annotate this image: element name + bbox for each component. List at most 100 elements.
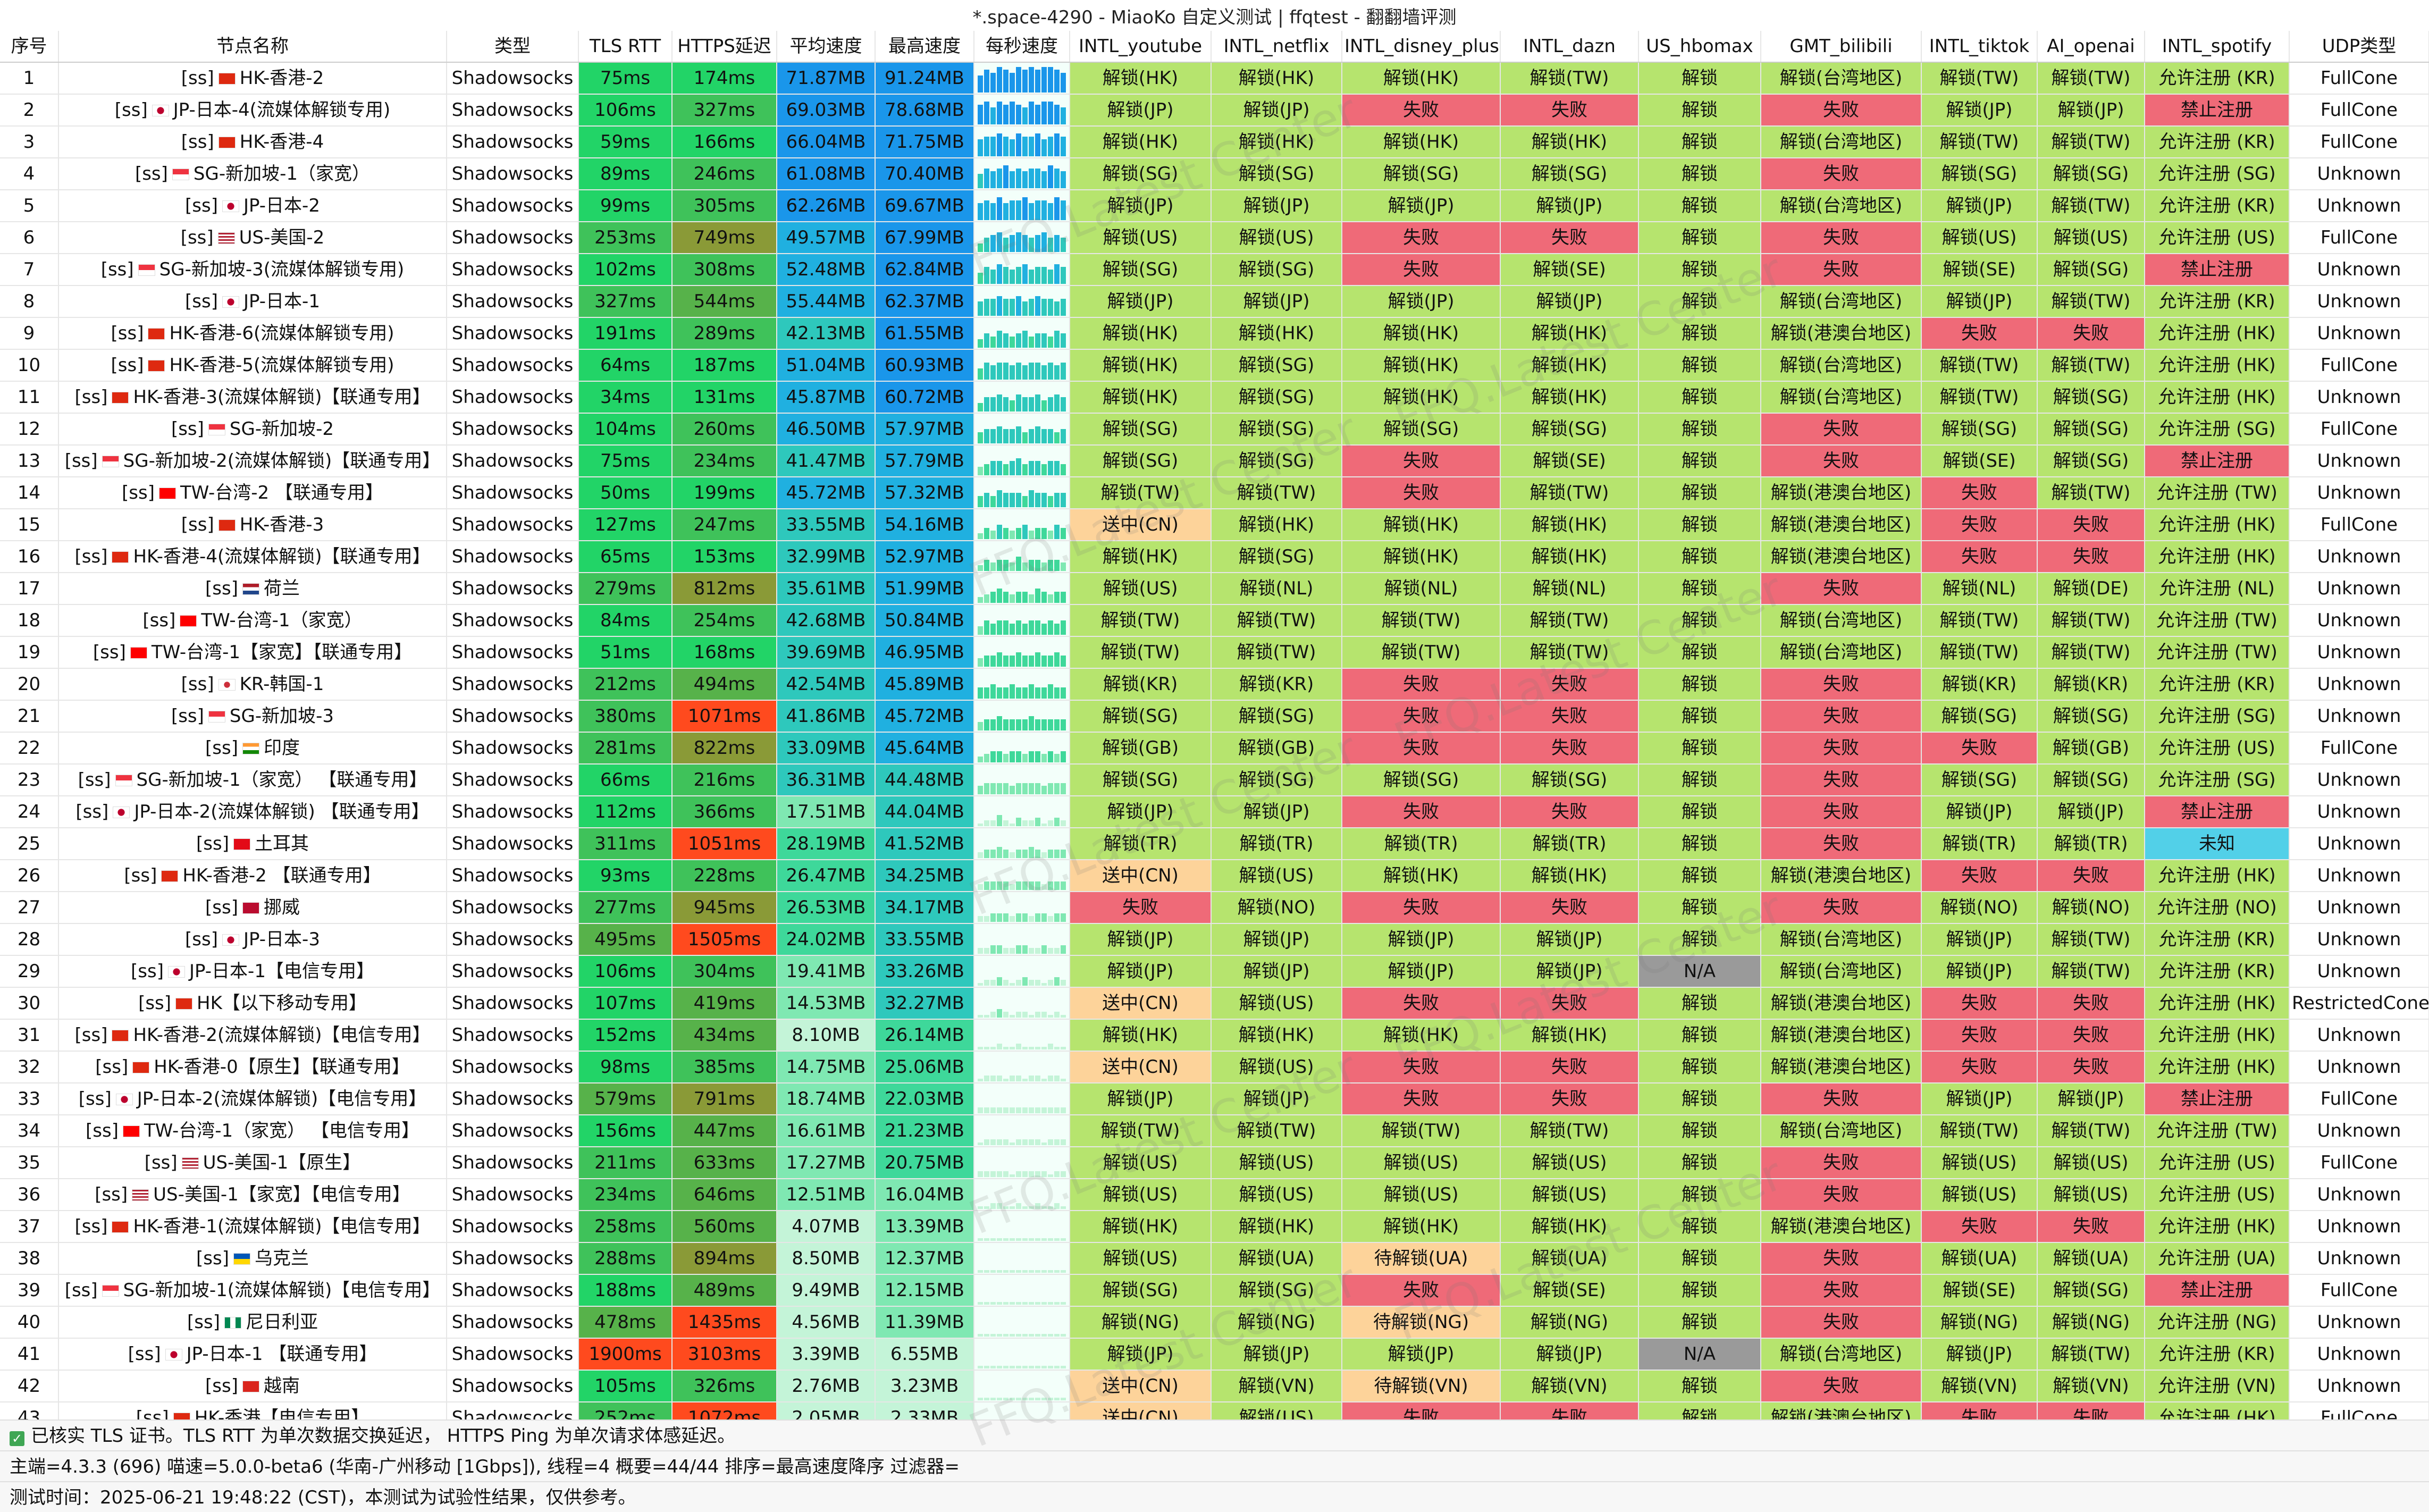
header-max-speed[interactable]: 最高速度 xyxy=(875,31,974,63)
table-row[interactable]: 27 [ss] 挪威 Shadowsocks 277ms 945ms 26.53MB 34.1… xyxy=(0,892,2429,924)
table-row[interactable]: 29 [ss] JP-日本-1【电信专用】 Shadowsocks 106ms 304ms… xyxy=(0,955,2429,988)
table-row[interactable]: 16 [ss] HK-香港-4(流媒体解锁)【联通专用】 Shadowsocks 65m… xyxy=(0,541,2429,573)
cell-hbomax: 解锁 xyxy=(1638,445,1761,477)
table-row[interactable]: 5 [ss] JP-日本-2 Shadowsocks 99ms 305ms 62.26MB 6… xyxy=(0,190,2429,222)
speed-bar xyxy=(984,299,989,316)
header-idx[interactable]: 序号 xyxy=(0,31,59,63)
cell-udp-type: FullCone xyxy=(2289,94,2429,127)
speed-bar xyxy=(1029,102,1034,124)
table-row[interactable]: 38 [ss] 乌克兰 Shadowsocks 288ms 894ms 8.50MB 12.3… xyxy=(0,1242,2429,1275)
table-row[interactable]: 32 [ss] HK-香港-0【原生】【联通专用】 Shadowsocks 98ms 38… xyxy=(0,1051,2429,1083)
cell-spotify: 禁止注册 xyxy=(2145,94,2290,127)
speed-bar xyxy=(1048,363,1053,380)
table-row[interactable]: 8 [ss] JP-日本-1 Shadowsocks 327ms 544ms 55.44MB… xyxy=(0,285,2429,318)
table-row[interactable]: 31 [ss] HK-香港-2(流媒体解锁)【电信专用】 Shadowsocks 152… xyxy=(0,1019,2429,1052)
header-avg-speed[interactable]: 平均速度 xyxy=(777,31,876,63)
table-row[interactable]: 30 [ss] HK【以下移动专用】 Shadowsocks 107ms 419ms 14.… xyxy=(0,987,2429,1020)
header-tiktok[interactable]: INTL_tiktok xyxy=(1921,31,2038,63)
speed-bar xyxy=(1029,751,1034,762)
table-row[interactable]: 13 [ss] SG-新加坡-2(流媒体解锁)【联通专用】 Shadowsocks 75… xyxy=(0,445,2429,477)
cell-tls-rtt: 258ms xyxy=(578,1211,673,1243)
header-disney-plus[interactable]: INTL_disney_plus xyxy=(1342,31,1501,63)
table-row[interactable]: 33 [ss] JP-日本-2(流媒体解锁)【电信专用】 Shadowsocks 579… xyxy=(0,1083,2429,1115)
cell-openai: 解锁(SG) xyxy=(2037,445,2145,477)
table-row[interactable]: 18 [ss] TW-台湾-1（家宽） Shadowsocks 84ms 254ms 42.… xyxy=(0,604,2429,637)
table-row[interactable]: 24 [ss] JP-日本-2(流媒体解锁) 【联通专用】 Shadowsocks 11… xyxy=(0,796,2429,828)
table-row[interactable]: 21 [ss] SG-新加坡-3 Shadowsocks 380ms 1071ms 41.8… xyxy=(0,700,2429,733)
speed-bar xyxy=(1016,1139,1021,1145)
speed-bar xyxy=(1022,235,1028,252)
cell-hbomax: 解锁 xyxy=(1638,222,1761,254)
table-row[interactable]: 25 [ss] 土耳其 Shadowsocks 311ms 1051ms 28.19MB 41… xyxy=(0,828,2429,860)
cell-youtube: 解锁(SG) xyxy=(1070,445,1212,477)
cell-index: 33 xyxy=(0,1083,59,1115)
table-row[interactable]: 10 [ss] HK-香港-5(流媒体解锁专用) Shadowsocks 64ms 187… xyxy=(0,349,2429,382)
header-hbomax[interactable]: US_hbomax xyxy=(1638,31,1761,63)
cell-tls-rtt: 75ms xyxy=(578,445,673,477)
table-row[interactable]: 14 [ss] TW-台湾-2 【联通专用】 Shadowsocks 50ms 199ms… xyxy=(0,477,2429,509)
header-bilibili[interactable]: GMT_bilibili xyxy=(1761,31,1922,63)
header-netflix[interactable]: INTL_netflix xyxy=(1211,31,1342,63)
cell-bilibili: 解锁(台湾地区) xyxy=(1761,923,1922,956)
table-row[interactable]: 37 [ss] HK-香港-1(流媒体解锁)【电信专用】 Shadowsocks 258… xyxy=(0,1211,2429,1243)
header-https-delay[interactable]: HTTPS延迟 xyxy=(672,31,777,63)
table-row[interactable]: 26 [ss] HK-香港-2 【联通专用】 Shadowsocks 93ms 228ms… xyxy=(0,860,2429,892)
header-name[interactable]: 节点名称 xyxy=(58,31,447,63)
table-row[interactable]: 39 [ss] SG-新加坡-1(流媒体解锁)【电信专用】 Shadowsocks 18… xyxy=(0,1274,2429,1307)
table-row[interactable]: 19 [ss] TW-台湾-1【家宽】【联通专用】 Shadowsocks 51ms 16… xyxy=(0,636,2429,669)
cell-avg-speed: 2.76MB xyxy=(777,1370,876,1402)
table-row[interactable]: 3 [ss] HK-香港-4 Shadowsocks 59ms 166ms 66.04MB 7… xyxy=(0,126,2429,158)
header-type[interactable]: 类型 xyxy=(447,31,579,63)
speed-bar xyxy=(1010,884,1015,890)
speed-bar xyxy=(997,751,1002,762)
cell-avg-speed: 28.19MB xyxy=(777,828,876,860)
table-row[interactable]: 41 [ss] JP-日本-1 【联通专用】 Shadowsocks 1900ms 310… xyxy=(0,1338,2429,1371)
cell-youtube: 解锁(US) xyxy=(1070,573,1212,605)
table-row[interactable]: 6 [ss] US-美国-2 Shadowsocks 253ms 749ms 49.57MB… xyxy=(0,222,2429,254)
table-row[interactable]: 4 [ss] SG-新加坡-1（家宽） Shadowsocks 89ms 246ms 61.… xyxy=(0,158,2429,190)
cell-bilibili: 失败 xyxy=(1761,1083,1922,1115)
table-row[interactable]: 22 [ss] 印度 Shadowsocks 281ms 822ms 33.09MB 45.6… xyxy=(0,732,2429,765)
speed-bar xyxy=(1029,783,1034,794)
table-row[interactable]: 34 [ss] TW-台湾-1（家宽） 【电信专用】 Shadowsocks 156ms… xyxy=(0,1115,2429,1147)
table-row[interactable]: 42 [ss] 越南 Shadowsocks 105ms 326ms 2.76MB 3.23M… xyxy=(0,1370,2429,1402)
header-spotify[interactable]: INTL_spotify xyxy=(2145,31,2290,63)
table-row[interactable]: 7 [ss] SG-新加坡-3(流媒体解锁专用) Shadowsocks 102ms 30… xyxy=(0,254,2429,286)
table-row[interactable]: 17 [ss] 荷兰 Shadowsocks 279ms 812ms 35.61MB 51.9… xyxy=(0,573,2429,605)
table-row[interactable]: 20 [ss] KR-韩国-1 Shadowsocks 212ms 494ms 42.54M… xyxy=(0,668,2429,701)
cell-tls-rtt: 212ms xyxy=(578,668,673,701)
header-youtube[interactable]: INTL_youtube xyxy=(1070,31,1212,63)
cell-openai: 解锁(GB) xyxy=(2037,732,2145,765)
speed-bar xyxy=(1061,1398,1066,1400)
speed-bar xyxy=(997,881,1002,890)
table-row[interactable]: 1 [ss] HK-香港-2 Shadowsocks 75ms 174ms 71.87MB 9… xyxy=(0,62,2429,95)
cell-tiktok: 解锁(TW) xyxy=(1921,381,2038,414)
speed-bar xyxy=(1003,913,1008,922)
header-per-second-speed[interactable]: 每秒速度 xyxy=(974,31,1070,63)
table-row[interactable]: 11 [ss] HK-香港-3(流媒体解锁)【联通专用】 Shadowsocks 34m… xyxy=(0,381,2429,414)
cell-netflix: 解锁(VN) xyxy=(1211,1370,1342,1402)
table-row[interactable]: 23 [ss] SG-新加坡-1（家宽） 【联通专用】 Shadowsocks 66ms… xyxy=(0,764,2429,796)
header-openai[interactable]: AI_openai xyxy=(2037,31,2145,63)
node-name: HK-香港-2 xyxy=(239,68,324,89)
cell-youtube: 解锁(HK) xyxy=(1070,1019,1212,1052)
cell-udp-type: Unknown xyxy=(2289,636,2429,669)
cell-openai: 解锁(SG) xyxy=(2037,413,2145,446)
table-row[interactable]: 9 [ss] HK-香港-6(流媒体解锁专用) Shadowsocks 191ms 289… xyxy=(0,317,2429,350)
cell-tls-rtt: 211ms xyxy=(578,1147,673,1179)
header-udp-type[interactable]: UDP类型 xyxy=(2289,31,2429,63)
header-dazn[interactable]: INTL_dazn xyxy=(1500,31,1639,63)
table-row[interactable]: 35 [ss] US-美国-1【原生】 Shadowsocks 211ms 633ms 17… xyxy=(0,1147,2429,1179)
table-row[interactable]: 12 [ss] SG-新加坡-2 Shadowsocks 104ms 260ms 46.50… xyxy=(0,413,2429,446)
cell-avg-speed: 26.53MB xyxy=(777,892,876,924)
cell-spotify: 允许注册 (UA) xyxy=(2145,1242,2290,1275)
table-row[interactable]: 40 [ss] 尼日利亚 Shadowsocks 478ms 1435ms 4.56MB 11… xyxy=(0,1306,2429,1339)
cell-dazn: 解锁(TW) xyxy=(1500,1115,1639,1147)
cell-index: 36 xyxy=(0,1179,59,1211)
table-row[interactable]: 28 [ss] JP-日本-3 Shadowsocks 495ms 1505ms 24.02… xyxy=(0,923,2429,956)
table-row[interactable]: 2 [ss] JP-日本-4(流媒体解锁专用) Shadowsocks 106ms 327… xyxy=(0,94,2429,127)
node-protocol: [ss] xyxy=(74,546,108,567)
table-row[interactable]: 15 [ss] HK-香港-3 Shadowsocks 127ms 247ms 33.55M… xyxy=(0,509,2429,541)
header-tls-rtt[interactable]: TLS RTT xyxy=(578,31,673,63)
table-row[interactable]: 36 [ss] US-美国-1【家宽】【电信专用】 Shadowsocks 234ms 6… xyxy=(0,1179,2429,1211)
